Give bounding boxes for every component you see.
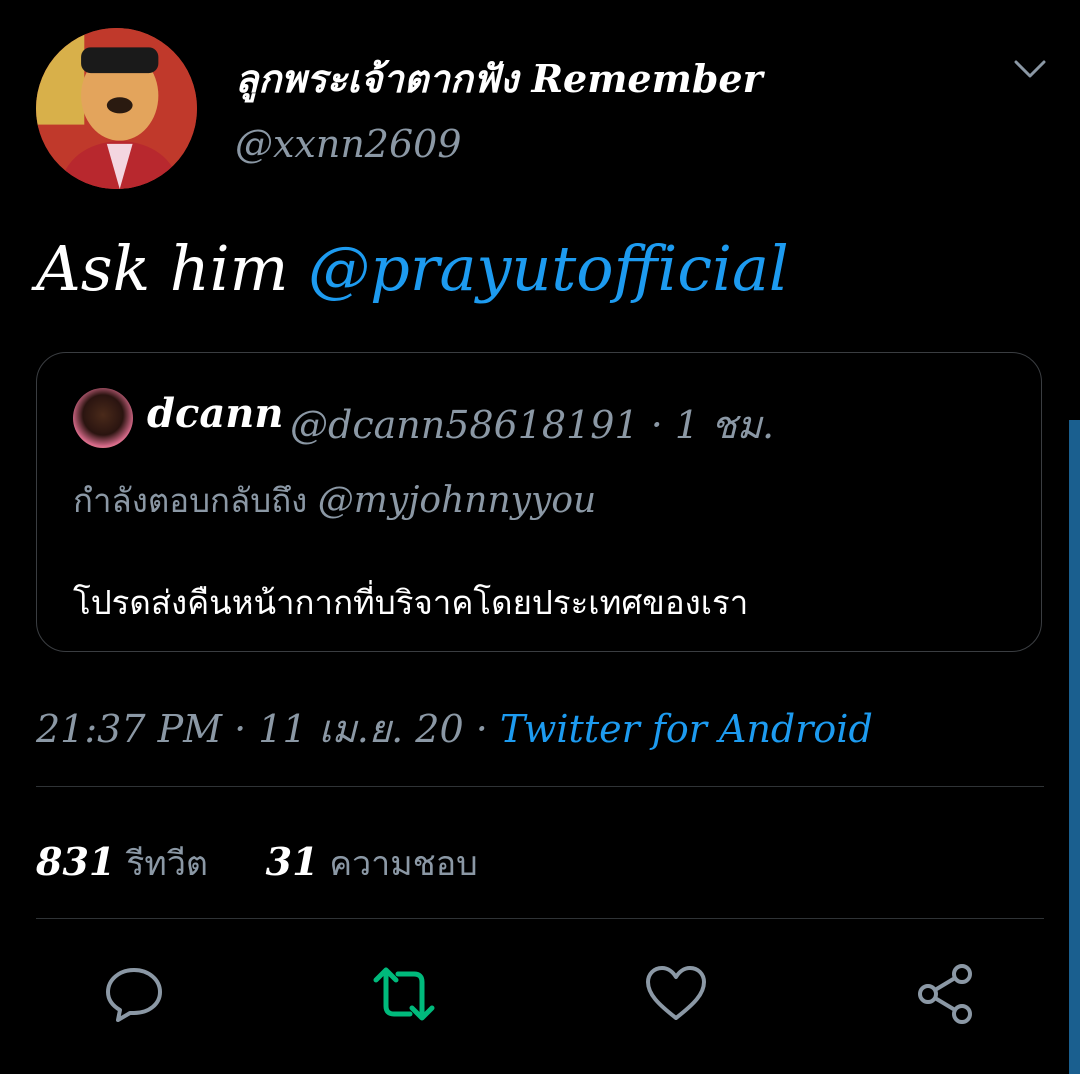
tweet-stats: 831 รีทวีต 31 ความชอบ xyxy=(36,836,478,890)
source-link[interactable]: Twitter for Android xyxy=(500,707,873,751)
author-avatar[interactable] xyxy=(36,28,197,189)
retweets-stat[interactable]: 831 รีทวีต xyxy=(36,839,219,884)
retweet-icon xyxy=(373,967,435,1021)
divider xyxy=(36,786,1044,787)
timestamp-text: 21:37 PM · 11 เม.ย. 20 · xyxy=(36,707,500,751)
retweets-label: รีทวีต xyxy=(126,844,208,884)
divider xyxy=(36,918,1044,919)
quoted-tweet-text: โปรดส่งคืนหน้ากากที่บริจาคโดยประเทศของเร… xyxy=(73,583,749,622)
author-handle[interactable]: @xxnn2609 xyxy=(235,122,462,166)
retweet-button[interactable] xyxy=(372,962,436,1026)
share-button[interactable] xyxy=(914,962,978,1026)
scrollbar[interactable] xyxy=(1069,420,1080,1074)
retweets-count: 831 xyxy=(36,839,116,884)
like-button[interactable] xyxy=(644,962,708,1026)
reply-button[interactable] xyxy=(102,962,166,1026)
reply-icon xyxy=(106,968,162,1022)
quoted-author-meta: @dcann58618191 · 1 ชม. xyxy=(290,403,775,447)
quoted-reply-context: กำลังตอบกลับถึง @myjohnnyyou xyxy=(73,474,596,527)
likes-stat[interactable]: 31 ความชอบ xyxy=(266,839,478,884)
mention-link[interactable]: @prayutofficial xyxy=(308,232,789,305)
quoted-author-name: dcann xyxy=(147,390,284,437)
tweet-timestamp: 21:37 PM · 11 เม.ย. 20 · Twitter for And… xyxy=(36,698,873,759)
avatar-image xyxy=(36,28,197,189)
likes-count: 31 xyxy=(265,839,319,884)
tweet-text-prefix: Ask him xyxy=(36,232,309,305)
quoted-author-avatar xyxy=(73,388,133,448)
likes-label: ความชอบ xyxy=(329,844,478,884)
quoted-reply-mention: @myjohnnyyou xyxy=(317,480,597,521)
share-icon xyxy=(918,964,972,1024)
quoted-reply-prefix: กำลังตอบกลับถึง xyxy=(73,481,318,520)
chevron-down-icon[interactable] xyxy=(1010,54,1050,84)
heart-icon xyxy=(646,966,706,1020)
author-display-name[interactable]: ลูกพระเจ้าตากฟัง Remember xyxy=(235,48,763,109)
tweet-text: Ask him @prayutofficial xyxy=(36,232,789,305)
